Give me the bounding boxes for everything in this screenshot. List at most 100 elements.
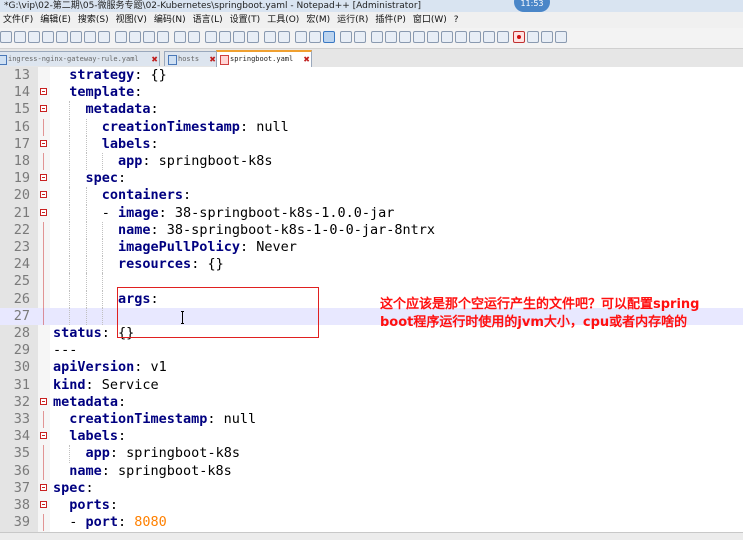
toolbar-button[interactable] xyxy=(143,31,155,43)
fold-toggle-icon[interactable] xyxy=(40,432,47,440)
tab-bar: ingress-nginx-gateway-rule.yaml ✖ hosts ✖ sp… xyxy=(0,49,743,68)
fold-toggle-icon[interactable] xyxy=(40,88,47,96)
menu-item[interactable]: 搜索(S) xyxy=(75,12,113,28)
fold-toggle-icon[interactable] xyxy=(40,139,47,147)
code-line[interactable]: 38 ports: xyxy=(0,497,743,514)
menu-item[interactable]: 宏(M) xyxy=(303,12,334,28)
code-line[interactable]: 16 creationTimestamp: null xyxy=(0,118,743,136)
code-line[interactable]: 13 strategy: {} xyxy=(0,67,743,84)
toolbar-button[interactable] xyxy=(98,31,110,43)
toolbar-button[interactable] xyxy=(323,31,335,43)
toolbar-button[interactable] xyxy=(157,31,169,43)
code-text: spec: xyxy=(85,170,127,187)
toolbar-button[interactable] xyxy=(427,31,439,43)
editor-area[interactable]: 13 strategy: {} 14 template: 15 metadata: 16 cr… xyxy=(0,67,743,532)
code-line[interactable]: 32 metadata: xyxy=(0,394,743,411)
toolbar-button[interactable] xyxy=(247,31,259,43)
toolbar-button[interactable] xyxy=(469,31,481,43)
fold-toggle-icon[interactable] xyxy=(40,208,47,216)
toolbar-button[interactable] xyxy=(399,31,411,43)
toolbar-button[interactable] xyxy=(233,31,245,43)
toolbar-button[interactable] xyxy=(555,31,567,43)
code-line[interactable]: 34 labels: xyxy=(0,428,743,445)
toolbar-button[interactable] xyxy=(441,31,453,43)
toolbar-button[interactable] xyxy=(340,31,352,43)
line-number: 14 xyxy=(13,84,30,101)
toolbar-button[interactable] xyxy=(174,31,186,43)
close-icon[interactable]: ✖ xyxy=(209,52,216,66)
menu-item[interactable]: 工具(O) xyxy=(264,12,303,28)
menu-item[interactable]: 文件(F) xyxy=(0,12,37,28)
menu-item[interactable]: 插件(P) xyxy=(372,12,409,28)
menu-bar: 文件(F) 编辑(E) 搜索(S) 视图(V) 编码(N) 语言(L) 设置(T) 工具(O)… xyxy=(0,12,743,28)
code-line[interactable]: 36 name: springboot-k8s xyxy=(0,462,743,480)
code-line[interactable]: 21 - image: 38-springboot-k8s-1.0.0-jar xyxy=(0,204,743,222)
toolbar-button[interactable] xyxy=(84,31,96,43)
fold-toggle-icon[interactable] xyxy=(40,501,47,508)
file-tab[interactable]: ingress-nginx-gateway-rule.yaml ✖ xyxy=(0,51,160,66)
toolbar-button[interactable] xyxy=(115,31,127,43)
close-icon[interactable]: ✖ xyxy=(151,52,158,66)
fold-toggle-icon[interactable] xyxy=(40,105,47,113)
toolbar-button[interactable] xyxy=(14,31,26,43)
fold-toggle-icon[interactable] xyxy=(40,483,47,491)
toolbar-button[interactable] xyxy=(129,31,141,43)
menu-item[interactable]: 编辑(E) xyxy=(37,12,75,28)
toolbar-button[interactable] xyxy=(309,31,321,43)
toolbar-button[interactable] xyxy=(264,31,276,43)
code-line[interactable]: 18 app: springboot-k8s xyxy=(0,153,743,171)
toolbar-button[interactable] xyxy=(541,31,553,43)
toolbar-button[interactable] xyxy=(413,31,425,43)
fold-toggle-icon[interactable] xyxy=(40,191,47,199)
code-line[interactable]: 25 xyxy=(0,273,743,291)
code-line[interactable]: 30 apiVersion: v1 xyxy=(0,359,743,376)
file-icon xyxy=(220,55,229,65)
toolbar-button[interactable] xyxy=(28,31,40,43)
toolbar-button[interactable] xyxy=(497,31,509,43)
menu-item[interactable]: 视图(V) xyxy=(113,12,151,28)
menu-item[interactable]: 编码(N) xyxy=(151,12,190,28)
file-tab[interactable]: springboot.yaml ✖ xyxy=(216,50,312,67)
toolbar-button[interactable] xyxy=(0,31,12,43)
close-icon[interactable]: ✖ xyxy=(303,52,310,67)
toolbar-button[interactable] xyxy=(188,31,200,43)
code-line[interactable]: 35 app: springboot-k8s xyxy=(0,445,743,463)
toolbar-button[interactable] xyxy=(205,31,217,43)
toolbar-button[interactable] xyxy=(56,31,68,43)
fold-toggle-icon[interactable] xyxy=(40,174,47,182)
code-line[interactable]: 19 spec: xyxy=(0,170,743,188)
code-line[interactable]: 33 creationTimestamp: null xyxy=(0,411,743,429)
code-line[interactable]: 37 spec: xyxy=(0,480,743,497)
menu-item[interactable]: 运行(R) xyxy=(334,12,372,28)
toolbar-button[interactable] xyxy=(295,31,307,43)
code-line[interactable]: 15 metadata: xyxy=(0,101,743,119)
code-line[interactable]: 14 template: xyxy=(0,84,743,101)
code-line[interactable]: 23 imagePullPolicy: Never xyxy=(0,239,743,257)
toolbar-button[interactable] xyxy=(483,31,495,43)
toolbar-button[interactable] xyxy=(527,31,539,43)
toolbar-button[interactable] xyxy=(455,31,467,43)
code-line[interactable]: 31 kind: Service xyxy=(0,377,743,394)
toolbar-button[interactable] xyxy=(513,31,525,43)
fold-toggle-icon[interactable] xyxy=(40,397,47,405)
line-number: 29 xyxy=(13,342,30,359)
toolbar-button[interactable] xyxy=(70,31,82,43)
code-line[interactable]: 39 - port: 8080 xyxy=(0,514,743,532)
code-line[interactable]: 22 name: 38-springboot-k8s-1-0-0-jar-8ntr… xyxy=(0,221,743,239)
menu-item[interactable]: ? xyxy=(451,12,463,28)
toolbar-button[interactable] xyxy=(385,31,397,43)
toolbar-button[interactable] xyxy=(219,31,231,43)
menu-item[interactable]: 窗口(W) xyxy=(410,12,451,28)
file-tab[interactable]: hosts ✖ xyxy=(164,51,218,66)
menu-item[interactable]: 设置(T) xyxy=(227,12,265,28)
code-line[interactable]: 24 resources: {} xyxy=(0,256,743,274)
toolbar-button[interactable] xyxy=(42,31,54,43)
code-line[interactable]: 20 containers: xyxy=(0,187,743,205)
toolbar-button[interactable] xyxy=(371,31,383,43)
code-line[interactable]: 29 --- xyxy=(0,342,743,359)
toolbar-button[interactable] xyxy=(278,31,290,43)
code-line[interactable]: 17 labels: xyxy=(0,135,743,153)
toolbar-button[interactable] xyxy=(354,31,366,43)
yaml-key: app xyxy=(118,153,143,169)
menu-item[interactable]: 语言(L) xyxy=(190,12,227,28)
